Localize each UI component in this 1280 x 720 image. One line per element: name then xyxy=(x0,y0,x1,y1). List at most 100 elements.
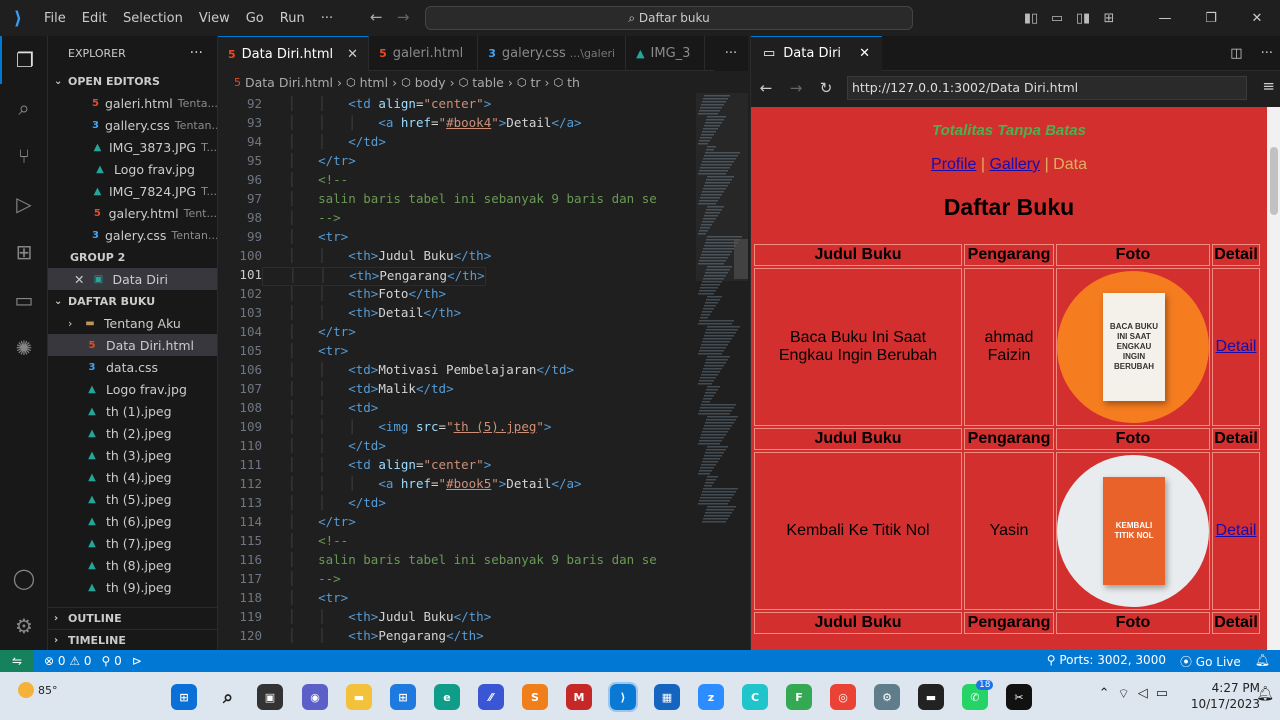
breadcrumb-item[interactable]: tr xyxy=(531,75,541,90)
open-editor-item[interactable]: ▲ IMG_3873.JPG T... xyxy=(48,136,217,158)
ports-count[interactable]: ⚲ 0 xyxy=(102,654,122,668)
debug-icon[interactable]: ⊳ xyxy=(132,654,142,668)
problems-indicator[interactable]: ⊗ 0 ⚠ 0 xyxy=(44,654,92,668)
nav-link-profile[interactable]: Profile xyxy=(931,156,976,173)
close-tab-icon[interactable]: ✕ xyxy=(347,47,358,62)
vscode-taskbar-icon[interactable]: ⟩ xyxy=(608,682,638,712)
edge-browser-icon[interactable]: e xyxy=(434,684,460,710)
mcafee-icon[interactable]: M xyxy=(566,684,592,710)
timeline-section[interactable]: › TIMELINE xyxy=(48,629,217,650)
terminal-icon[interactable]: ▬ xyxy=(918,684,944,710)
editor-tab[interactable]: 3 galery.css ...\galeri xyxy=(478,36,627,71)
page-scrollbar[interactable] xyxy=(1267,107,1280,650)
reload-icon[interactable]: ↻ xyxy=(811,79,841,97)
clock[interactable]: 4:27 PM 10/17/2023 xyxy=(1191,680,1260,712)
remote-indicator-icon[interactable]: ⇋ xyxy=(0,650,34,672)
file-tree-item[interactable]: ▲ th (1).jpeg xyxy=(48,400,217,422)
close-window-button[interactable]: ✕ xyxy=(1234,11,1280,26)
breadcrumb-item[interactable]: body xyxy=(415,75,446,90)
teams-chat-icon[interactable]: ◉ xyxy=(302,684,328,710)
detail-link[interactable]: Detail xyxy=(1216,522,1257,539)
menu-item[interactable]: Run xyxy=(280,11,305,26)
detail-link[interactable]: Detail xyxy=(1216,338,1257,355)
close-tab-icon[interactable]: ✕ xyxy=(859,46,870,61)
menu-item[interactable]: Go xyxy=(246,11,264,26)
outline-section[interactable]: › OUTLINE xyxy=(48,607,217,629)
scroll-thumb[interactable] xyxy=(1270,147,1278,215)
chrome-profile-icon[interactable]: ◎ xyxy=(830,684,856,710)
canva-icon[interactable]: C xyxy=(742,684,768,710)
menu-item[interactable]: Selection xyxy=(123,11,183,26)
start-menu-icon[interactable]: ⊞ xyxy=(171,684,197,710)
open-editor-item[interactable]: 5 galeri.html Tenta... xyxy=(48,92,217,114)
search-icon[interactable]: ⌕ xyxy=(215,684,241,710)
breadcrumb-item[interactable]: html xyxy=(360,75,388,90)
file-tree-item[interactable]: ▲ th (8).jpeg xyxy=(48,554,217,576)
more-actions-icon[interactable]: ··· xyxy=(714,36,748,71)
toggle-panel-icon[interactable]: ▭ xyxy=(1044,11,1070,26)
run-debug-icon[interactable]: ▷ xyxy=(0,180,48,228)
open-editor-item[interactable]: ▲ IMG_7824.JPG T... xyxy=(48,180,217,202)
toggle-secondary-icon[interactable]: ▯▮ xyxy=(1070,11,1096,26)
menu-item[interactable]: View xyxy=(199,11,230,26)
tab-data-diri-preview[interactable]: ▭ Data Diri ✕ xyxy=(751,35,882,71)
open-editors-section[interactable]: ⌄ OPEN EDITORS xyxy=(48,70,217,92)
menu-icon[interactable]: ≡ xyxy=(1262,77,1275,95)
file-tree-item[interactable]: ▲ th (3).jpeg xyxy=(48,444,217,466)
editor-tab[interactable]: ▲ IMG_3 xyxy=(626,36,706,71)
file-tree-item[interactable]: 5 Data Diri.html xyxy=(48,334,217,356)
minimap[interactable] xyxy=(696,93,748,650)
menu-item[interactable]: Edit xyxy=(82,11,107,26)
restore-button[interactable]: ❐ xyxy=(1188,11,1234,26)
editor-tab[interactable]: 5 galeri.html xyxy=(369,36,479,71)
extensions-icon[interactable]: ⊞ xyxy=(0,228,48,276)
weather-widget[interactable]: 85° xyxy=(18,682,58,698)
file-tree-item[interactable]: ▲ th (7).jpeg xyxy=(48,532,217,554)
system-tray[interactable]: ⌃ ⌔ ◁ ▭ xyxy=(1099,686,1168,702)
notifications-bell-icon[interactable]: 🔔︎ xyxy=(1255,653,1270,670)
explorer-icon[interactable]: ❐ xyxy=(0,36,48,84)
menu-item[interactable]: ··· xyxy=(321,11,333,26)
customize-layout-icon[interactable]: ⊞ xyxy=(1096,11,1122,26)
minimize-button[interactable]: — xyxy=(1142,11,1188,26)
zoom-icon[interactable]: z xyxy=(698,684,724,710)
url-input[interactable]: http://127.0.0.1:3002/Data Diri.html xyxy=(847,76,1247,100)
ports-indicator[interactable]: ⚲ Ports: 3002, 3000 xyxy=(1047,653,1166,670)
forward-arrow-icon[interactable]: → xyxy=(781,79,811,97)
forward-arrow-icon[interactable]: → xyxy=(397,8,410,26)
settings-gear-icon[interactable]: ⚙ xyxy=(0,602,48,650)
breadcrumb-item[interactable]: th xyxy=(567,75,580,90)
sublime-text-icon[interactable]: S xyxy=(522,684,548,710)
file-tree-item[interactable]: ▲ th (4).jpeg xyxy=(48,466,217,488)
split-editor-icon[interactable]: ◫ xyxy=(1230,46,1242,61)
file-tree-item[interactable]: ▲ th (2).jpeg xyxy=(48,422,217,444)
source-control-icon[interactable]: ⑂ xyxy=(0,132,48,180)
command-center-search[interactable]: ⌕ Daftar buku xyxy=(425,6,913,30)
close-icon[interactable]: ✕ xyxy=(74,272,84,287)
file-explorer-icon[interactable]: ▬ xyxy=(346,684,372,710)
calculator-icon[interactable]: ▦ xyxy=(654,684,680,710)
capcut-icon[interactable]: ✂ xyxy=(1006,684,1032,710)
toggle-sidebar-icon[interactable]: ▮▯ xyxy=(1018,11,1044,26)
chrome-profile-f-icon[interactable]: F xyxy=(786,684,812,710)
file-tree-item[interactable]: ▲ th (5).jpeg xyxy=(48,488,217,510)
code-area[interactable]: 92 │ │ <td align="center"> 93 │ │ │ <a href… xyxy=(218,96,688,650)
menu-item[interactable]: File xyxy=(44,11,66,26)
open-editor-item[interactable]: 3 galery.css Tentan... xyxy=(48,224,217,246)
breadcrumb-item[interactable]: table xyxy=(472,75,504,90)
notification-center-icon[interactable]: 🔔︎ xyxy=(1256,686,1274,702)
editor-tab[interactable]: 5 Data Diri.html ✕ xyxy=(218,36,370,71)
breadcrumb-item[interactable]: Data Diri.html xyxy=(245,75,333,90)
open-editor-item[interactable]: 5 galery.html Tent... xyxy=(48,202,217,224)
file-tree-item[interactable]: ▲ th (9).jpeg xyxy=(48,576,217,598)
more-actions-icon[interactable]: ··· xyxy=(1261,46,1273,61)
file-tree-item[interactable]: › ▬ Tentang Aku xyxy=(48,312,217,334)
chevron-up-icon[interactable]: ⌃ xyxy=(1099,686,1110,702)
search-view-icon[interactable]: ⌕ xyxy=(0,84,48,132)
back-arrow-icon[interactable]: ← xyxy=(751,79,781,97)
editor-app-icon[interactable]: ⁄⁄ xyxy=(478,684,504,710)
file-tree-item[interactable]: ▲ th (6).jpeg xyxy=(48,510,217,532)
open-editor-item[interactable]: 3gallery.cssTentan... xyxy=(48,114,217,136)
daftar-buku-section[interactable]: ⌄ DAFTAR BUKU xyxy=(48,290,217,312)
more-actions-icon[interactable]: ··· xyxy=(190,45,203,61)
